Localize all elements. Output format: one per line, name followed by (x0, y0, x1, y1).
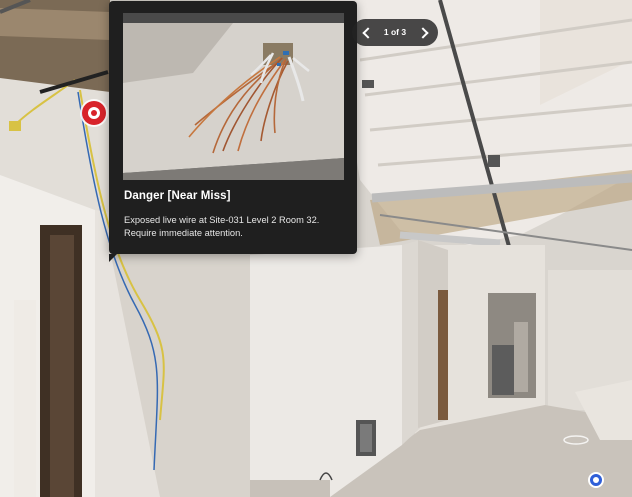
chevron-right-icon (416, 26, 429, 39)
pager-count: 1 of 3 (383, 27, 407, 37)
chevron-left-icon (361, 26, 374, 39)
annotation-photo[interactable] (123, 13, 344, 180)
navigation-point-icon[interactable] (588, 472, 604, 488)
annotation-card: Danger [Near Miss] Exposed live wire at … (109, 1, 357, 262)
annotation-pager: 1 of 3 (352, 19, 438, 46)
danger-hotspot-icon[interactable] (82, 101, 106, 125)
exposed-wire-photo (123, 13, 344, 180)
annotation-title: Danger [Near Miss] (124, 190, 231, 202)
card-pointer (109, 254, 117, 262)
next-annotation-button[interactable] (412, 19, 436, 46)
annotation-description: Exposed live wire at Site-031 Level 2 Ro… (124, 215, 320, 238)
previous-annotation-button[interactable] (354, 19, 378, 46)
